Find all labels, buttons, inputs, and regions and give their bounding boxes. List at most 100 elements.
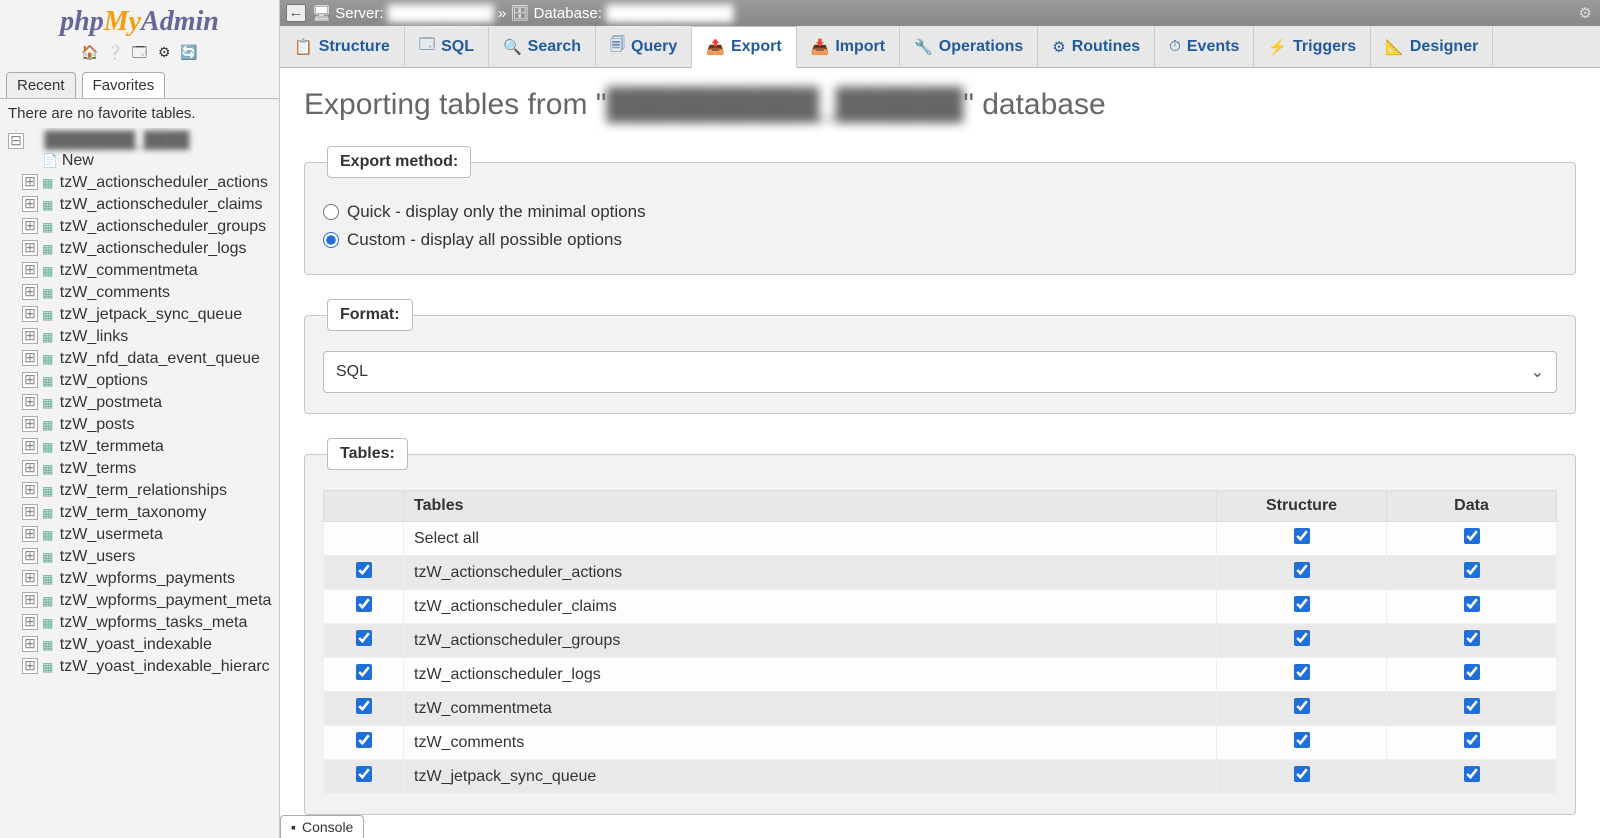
tree-table-item[interactable]: ▦ tzW_yoast_indexable: [8, 634, 279, 656]
tree-table-item[interactable]: ▦ tzW_wpforms_payment_meta: [8, 590, 279, 612]
tree-table-item[interactable]: ▦ tzW_wpforms_payments: [8, 568, 279, 590]
logo-part-php: php: [60, 6, 104, 37]
tree-table-item[interactable]: ▦ tzW_term_taxonomy: [8, 502, 279, 524]
table-icon: ▦: [42, 286, 53, 300]
tree-new-table[interactable]: New: [8, 150, 279, 172]
tab-recent[interactable]: Recent: [6, 72, 76, 98]
row-select-checkbox[interactable]: [356, 664, 372, 680]
tree-table-item[interactable]: ▦ tzW_usermeta: [8, 524, 279, 546]
row-data-checkbox[interactable]: [1464, 562, 1480, 578]
nav-tab-import[interactable]: 📥Import: [797, 26, 900, 67]
table-icon: ▦: [42, 352, 53, 366]
nav-tab-query[interactable]: 🗐Query: [596, 26, 692, 67]
tree-table-item[interactable]: ▦ tzW_wpforms_tasks_meta: [8, 612, 279, 634]
routines-icon: ⚙: [1052, 38, 1065, 56]
database-icon: 🗄: [510, 4, 529, 22]
nav-tab-export[interactable]: 📤Export: [692, 26, 796, 68]
breadcrumb-database-value[interactable]: ████████████: [602, 5, 738, 22]
tree-table-item[interactable]: ▦ tzW_yoast_indexable_hierarc: [8, 656, 279, 678]
console-toggle[interactable]: ▪ Console: [280, 815, 364, 838]
nav-tab-triggers[interactable]: ⚡Triggers: [1254, 26, 1371, 67]
select-all-data-checkbox[interactable]: [1464, 528, 1480, 544]
tree-table-item[interactable]: ▦ tzW_nfd_data_event_queue: [8, 348, 279, 370]
row-data-checkbox[interactable]: [1464, 664, 1480, 680]
tree-table-item[interactable]: ▦ tzW_postmeta: [8, 392, 279, 414]
settings-icon[interactable]: ⚙: [155, 44, 173, 62]
table-icon: ▦: [42, 528, 53, 542]
back-button[interactable]: ←: [286, 4, 306, 22]
help-icon[interactable]: ❔: [106, 44, 124, 62]
row-structure-checkbox[interactable]: [1294, 562, 1310, 578]
row-data-checkbox[interactable]: [1464, 630, 1480, 646]
nav-tab-designer[interactable]: 📐Designer: [1371, 26, 1493, 67]
export-method-quick-radio[interactable]: [323, 204, 339, 220]
tab-favorites[interactable]: Favorites: [82, 72, 166, 98]
tree-table-item[interactable]: ▦ tzW_actionscheduler_groups: [8, 216, 279, 238]
tree-table-item[interactable]: ▦ tzW_terms: [8, 458, 279, 480]
tree-table-item[interactable]: ▦ tzW_actionscheduler_actions: [8, 172, 279, 194]
breadcrumb-server-label: Server:: [335, 5, 383, 22]
row-structure-checkbox[interactable]: [1294, 698, 1310, 714]
row-select-checkbox[interactable]: [356, 596, 372, 612]
gear-icon[interactable]: ⚙: [1579, 4, 1592, 22]
tree-table-item[interactable]: ▦ tzW_users: [8, 546, 279, 568]
row-data-checkbox[interactable]: [1464, 596, 1480, 612]
nav-tab-sql[interactable]: 🗔SQL: [405, 26, 489, 67]
table-row: tzW_actionscheduler_claims: [324, 590, 1557, 624]
tree-table-item[interactable]: ▦ tzW_links: [8, 326, 279, 348]
nav-tab-events[interactable]: ⏱Events: [1155, 26, 1254, 67]
export-method-custom-radio[interactable]: [323, 232, 339, 248]
reload-icon[interactable]: 🔄: [180, 44, 198, 62]
tree-table-item[interactable]: ▦ tzW_actionscheduler_claims: [8, 194, 279, 216]
home-icon[interactable]: 🏠: [81, 44, 99, 62]
tree-table-item[interactable]: ▦ tzW_posts: [8, 414, 279, 436]
breadcrumb-server-value[interactable]: ██████████: [384, 5, 498, 22]
events-icon: ⏱: [1169, 38, 1181, 55]
tree-table-item[interactable]: ▦ tzW_commentmeta: [8, 260, 279, 282]
export-method-custom-label[interactable]: Custom - display all possible options: [347, 230, 622, 250]
sql-icon[interactable]: 🗔: [131, 42, 149, 60]
page-title: Exporting tables from "██████████_██████…: [304, 88, 1576, 122]
row-select-checkbox[interactable]: [356, 562, 372, 578]
select-all-structure-checkbox[interactable]: [1294, 528, 1310, 544]
tree-db-root[interactable]: ████████_████: [8, 132, 279, 150]
export-method-custom-row[interactable]: Custom - display all possible options: [323, 226, 1557, 254]
row-select-checkbox[interactable]: [356, 698, 372, 714]
row-table-name: tzW_actionscheduler_claims: [404, 590, 1217, 624]
tables-grid: Tables Structure Data Select alltzW_acti…: [323, 490, 1557, 794]
logo[interactable]: phpMyAdmin: [0, 0, 279, 40]
row-structure-checkbox[interactable]: [1294, 732, 1310, 748]
nav-tab-operations[interactable]: 🔧Operations: [900, 26, 1038, 67]
row-select-checkbox[interactable]: [356, 630, 372, 646]
tree-table-item[interactable]: ▦ tzW_comments: [8, 282, 279, 304]
export-method-quick-row[interactable]: Quick - display only the minimal options: [323, 198, 1557, 226]
col-header-structure: Structure: [1217, 491, 1387, 522]
row-table-name: tzW_actionscheduler_groups: [404, 624, 1217, 658]
tree-table-item[interactable]: ▦ tzW_actionscheduler_logs: [8, 238, 279, 260]
row-data-checkbox[interactable]: [1464, 698, 1480, 714]
nav-tab-structure[interactable]: 📋Structure: [280, 26, 405, 67]
row-structure-checkbox[interactable]: [1294, 630, 1310, 646]
row-structure-checkbox[interactable]: [1294, 596, 1310, 612]
row-select-checkbox[interactable]: [356, 766, 372, 782]
row-structure-checkbox[interactable]: [1294, 766, 1310, 782]
tree-table-item[interactable]: ▦ tzW_jetpack_sync_queue: [8, 304, 279, 326]
nav-tab-search[interactable]: 🔍Search: [489, 26, 596, 67]
tree-table-item[interactable]: ▦ tzW_term_relationships: [8, 480, 279, 502]
row-table-name: tzW_actionscheduler_actions: [404, 556, 1217, 590]
row-structure-checkbox[interactable]: [1294, 664, 1310, 680]
export-method-fieldset: Export method: Quick - display only the …: [304, 146, 1576, 275]
tree-table-item[interactable]: ▦ tzW_termmeta: [8, 436, 279, 458]
select-all-label[interactable]: Select all: [404, 522, 1217, 556]
export-icon: 📤: [706, 38, 725, 56]
tree-table-item[interactable]: ▦ tzW_options: [8, 370, 279, 392]
table-icon: ▦: [42, 242, 53, 256]
logo-part-my: My: [104, 6, 141, 37]
format-select[interactable]: SQL ⌄: [323, 351, 1557, 393]
row-data-checkbox[interactable]: [1464, 732, 1480, 748]
row-select-checkbox[interactable]: [356, 732, 372, 748]
nav-tab-routines[interactable]: ⚙Routines: [1038, 26, 1155, 67]
row-data-checkbox[interactable]: [1464, 766, 1480, 782]
export-method-quick-label[interactable]: Quick - display only the minimal options: [347, 202, 646, 222]
table-icon: ▦: [42, 198, 53, 212]
